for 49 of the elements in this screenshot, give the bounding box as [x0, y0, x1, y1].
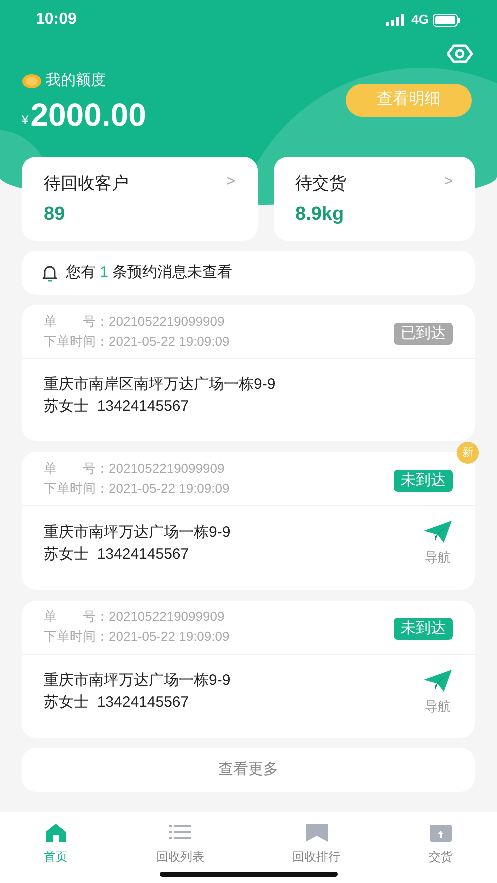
stat-label: 待回收客户	[44, 173, 129, 195]
order-time: 下单时间：2021-05-22 19:09:09	[44, 480, 230, 498]
eye-icon[interactable]	[447, 44, 473, 64]
tab-item[interactable]: 回收列表	[112, 812, 248, 883]
order-address: 重庆市南坪万达广场一栋9-9	[44, 522, 231, 543]
battery-icon	[433, 14, 461, 26]
navigate-button[interactable]: 导航	[423, 520, 453, 568]
order-number: 单 号：2021052219099909	[44, 608, 226, 626]
balance-label: 我的额度	[46, 71, 106, 91]
stat-card[interactable]: 待交货 > 8.9kg	[274, 157, 475, 241]
balance-amount: 2000.00	[30, 98, 146, 130]
order-number: 单 号：2021052219099909	[44, 312, 226, 330]
navigate-button[interactable]: 导航	[423, 668, 453, 716]
network-label: 4G	[412, 11, 429, 30]
status-tag: 未到达	[394, 618, 453, 640]
chevron-icon: >	[226, 171, 236, 196]
order-contact: 苏女士 13424145567	[44, 693, 190, 714]
notice-text: 您有 1 条预约消息未查看	[66, 262, 233, 283]
tab-item[interactable]: 回收排行	[248, 812, 385, 883]
paper-plane-icon	[423, 520, 453, 544]
home-icon	[44, 822, 68, 844]
order-contact: 苏女士 13424145567	[44, 397, 190, 417]
order-address: 重庆市南岸区南坪万达广场一栋9-9	[44, 375, 276, 395]
coin-icon	[22, 74, 42, 89]
order-address: 重庆市南坪万达广场一栋9-9	[44, 671, 231, 692]
status-tag: 已到达	[394, 322, 453, 344]
tab-item[interactable]: 首页	[0, 812, 112, 883]
stat-card[interactable]: 待回收客户 > 89	[22, 157, 258, 241]
stat-value: 8.9kg	[296, 202, 346, 226]
bookmark-icon	[304, 822, 329, 844]
order-time: 下单时间：2021-05-22 19:09:09	[44, 332, 230, 350]
stat-value: 89	[44, 202, 66, 226]
box-icon	[428, 822, 453, 844]
order-time: 下单时间：2021-05-22 19:09:09	[44, 628, 230, 646]
stat-label: 待交货	[296, 173, 346, 195]
tab-item[interactable]: 交货	[384, 812, 497, 883]
status-time: 10:09	[36, 10, 77, 30]
order-card[interactable]: 单 号：2021052219099909 下单时间：2021-05-22 19:09:09 已到达 重庆市南岸区南坪万达广场一栋9-9 苏女士 13424145567	[22, 305, 475, 441]
view-more-button[interactable]: 查看更多	[22, 748, 475, 792]
order-card[interactable]: 单 号：2021052219099909 下单时间：2021-05-22 19:09:09 未到达 重庆市南坪万达广场一栋9-9 苏女士 13424145567 导航	[22, 600, 475, 738]
notice-bar[interactable]: 您有 1 条预约消息未查看	[22, 251, 475, 295]
status-tag: 未到达	[394, 470, 453, 492]
paper-plane-icon	[423, 668, 453, 692]
order-contact: 苏女士 13424145567	[44, 544, 190, 565]
chevron-icon: >	[444, 171, 453, 196]
currency-symbol: ¥	[22, 112, 29, 128]
bell-icon	[42, 264, 58, 282]
new-badge: 新	[457, 442, 479, 464]
order-number: 单 号：2021052219099909	[44, 460, 226, 478]
